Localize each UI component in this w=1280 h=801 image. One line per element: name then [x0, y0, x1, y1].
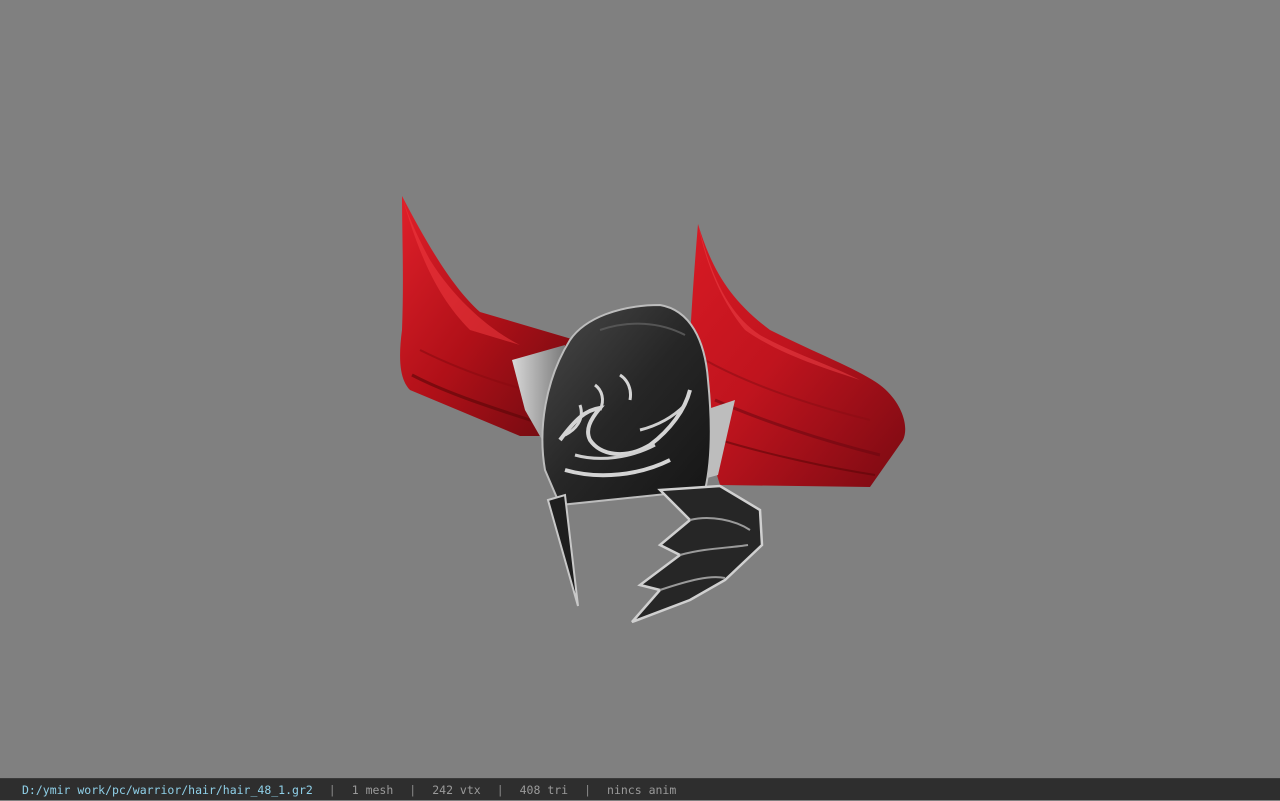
status-bar: D:/ymir work/pc/warrior/hair/hair_48_1.g…	[0, 778, 1280, 800]
triangle-count: 408 tri	[519, 782, 569, 797]
neck-guard	[631, 484, 764, 624]
separator: |	[584, 782, 592, 797]
separator: |	[496, 782, 504, 797]
helmet-dome	[541, 303, 712, 507]
file-path: D:/ymir work/pc/warrior/hair/hair_48_1.g…	[22, 782, 313, 797]
3d-viewport[interactable]	[0, 0, 1280, 778]
helmet-model	[400, 196, 906, 624]
anim-status: nincs anim	[607, 782, 677, 797]
separator: |	[409, 782, 417, 797]
vertex-count: 242 vtx	[432, 782, 481, 797]
mesh-count: 1 mesh	[351, 782, 394, 797]
separator: |	[328, 782, 336, 797]
cheek-spike	[546, 493, 579, 607]
